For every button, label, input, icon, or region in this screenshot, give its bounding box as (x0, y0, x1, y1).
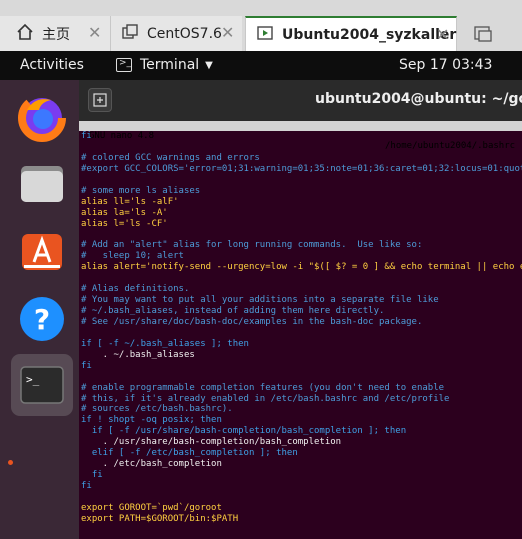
activities-button[interactable]: Activities (20, 57, 84, 73)
editor-line: # sleep 10; alert (81, 251, 184, 262)
editor-line: # sources /etc/bash.bashrc). (81, 404, 233, 415)
editor-line: if ! shopt -oq posix; then (81, 415, 222, 426)
tab-centos-label: CentOS7.6 (147, 25, 222, 42)
nano-version: GNU nano 4.8 (89, 131, 155, 141)
tab-centos[interactable]: CentOS7.6 ✕ (110, 16, 242, 51)
editor-line: export PATH=$GOROOT/bin:$PATH (81, 513, 239, 524)
nano-filename: /home/ubuntu2004/.bashrc (385, 141, 516, 151)
home-icon (16, 23, 34, 45)
editor-line: # Alias definitions. (81, 284, 190, 295)
editor-line: export GOROOT=`pwd`/goroot (81, 502, 222, 513)
vm-icon (121, 23, 139, 45)
editor-line: if [ -f /usr/share/bash-completion/bash_… (81, 426, 407, 437)
svg-text:>_: >_ (26, 373, 40, 386)
files-icon[interactable] (11, 152, 73, 214)
editor-line: . ~/.bash_aliases (81, 349, 195, 360)
editor-line: #export GCC_COLORS='error=01;31:warning=… (81, 163, 522, 174)
editor-line: fi (81, 481, 92, 491)
editor-line: alias ll='ls -alF' (81, 196, 179, 207)
close-icon[interactable]: ✕ (88, 23, 101, 42)
close-icon[interactable]: ✕ (436, 25, 449, 44)
editor-line: alias l='ls -CF' (81, 218, 168, 229)
editor-line: # ~/.bash_aliases, instead of adding the… (81, 306, 385, 316)
editor-line: . /etc/bash_completion (81, 459, 222, 470)
terminal-icon[interactable]: >_ (11, 354, 73, 416)
editor-line: elif [ -f /etc/bash_completion ]; then (81, 448, 298, 459)
nano-titlebar: GNU nano 4.8 /home/ubuntu2004/.bashrc (79, 121, 522, 151)
vm-tab-bar: 主页 ✕ CentOS7.6 ✕ Ubuntu2004_syzkaller ✕ (0, 0, 522, 51)
help-icon[interactable]: ? (11, 288, 73, 350)
editor-line: # some more ls aliases (81, 185, 201, 196)
tab-home[interactable]: 主页 ✕ (0, 16, 110, 51)
dock: ? >_ (0, 80, 79, 539)
editor-line: fi (81, 360, 92, 371)
editor-line: # colored GCC warnings and errors (81, 152, 260, 163)
editor-line: # enable programmable completion feature… (81, 382, 445, 393)
editor-line: # See /usr/share/doc/bash-doc/examples i… (81, 316, 423, 327)
svg-text:?: ? (34, 303, 50, 336)
vm-running-icon (256, 24, 274, 46)
editor-line: alias la='ls -A' (81, 207, 168, 218)
editor-line: . /usr/share/bash-completion/bash_comple… (81, 437, 342, 448)
software-icon[interactable] (11, 220, 73, 282)
editor-line: # Add an "alert" alias for long running … (81, 240, 423, 251)
editor-line: # You may want to put all your additions… (81, 295, 439, 306)
running-indicator (8, 460, 13, 465)
tab-home-label: 主页 (42, 26, 70, 43)
editor-line: alias alert='notify-send --urgency=low -… (81, 262, 522, 273)
terminal-small-icon: >_ (116, 58, 132, 72)
firefox-icon[interactable] (11, 86, 73, 148)
terminal-headerbar: ubuntu2004@ubuntu: ~/go_p (79, 80, 522, 121)
new-tab-icon[interactable] (463, 16, 503, 51)
clock[interactable]: Sep 17 03:43 (399, 57, 492, 73)
editor-line: if [ -f ~/.bash_aliases ]; then (81, 338, 249, 349)
editor-buffer[interactable]: fi # colored GCC warnings and errors#expo… (79, 131, 522, 525)
app-menu-label: Terminal (140, 57, 200, 73)
editor-line: fi (81, 470, 103, 481)
app-menu[interactable]: >_ Terminal ▼ (116, 57, 213, 73)
terminal-body[interactable]: GNU nano 4.8 /home/ubuntu2004/.bashrc fi… (79, 121, 522, 539)
caret-down-icon: ▼ (205, 59, 213, 71)
tab-ubuntu-label: Ubuntu2004_syzkaller (282, 26, 457, 43)
tab-ubuntu[interactable]: Ubuntu2004_syzkaller ✕ (245, 16, 457, 51)
new-terminal-tab-button[interactable] (88, 88, 112, 112)
ubuntu-top-panel: Activities >_ Terminal ▼ Sep 17 03:43 (0, 51, 522, 80)
close-icon[interactable]: ✕ (221, 23, 234, 42)
editor-line: # this, if it's already enabled in /etc/… (81, 393, 450, 404)
terminal-title: ubuntu2004@ubuntu: ~/go_p (315, 91, 522, 107)
